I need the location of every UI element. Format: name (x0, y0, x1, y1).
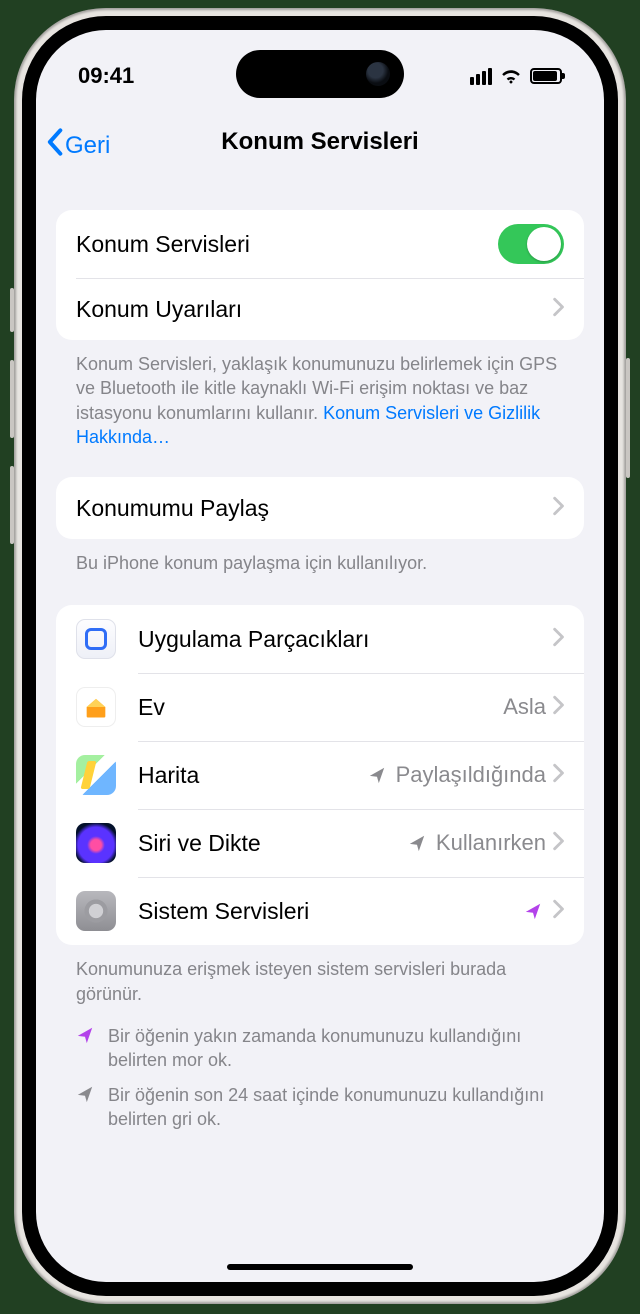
phone-frame: 09:41 Geri Konu (14, 8, 626, 1304)
app-row[interactable]: Harita Paylaşıldığında (56, 741, 584, 809)
location-services-group: Konum Servisleri Konum Uyarıları (56, 210, 584, 340)
chevron-right-icon (552, 694, 564, 721)
dynamic-island (236, 50, 404, 98)
share-location-footer: Bu iPhone konum paylaşma için kullanılıy… (56, 539, 584, 575)
row-label: Konum Uyarıları (76, 296, 552, 323)
maps-icon (76, 755, 116, 795)
chevron-right-icon (552, 762, 564, 789)
legend-text: Bir öğenin yakın zamanda konumunuzu kull… (108, 1024, 564, 1073)
location-services-description: Konum Servisleri, yaklaşık konumunuzu be… (56, 340, 584, 449)
row-detail: Kullanırken (436, 830, 546, 856)
chevron-right-icon (552, 296, 564, 323)
app-name: Ev (138, 694, 503, 721)
location-alerts-row[interactable]: Konum Uyarıları (56, 278, 584, 340)
location-arrow-gray-icon (76, 1085, 94, 1132)
page-title: Konum Servisleri (36, 128, 604, 156)
toggle-switch[interactable] (498, 224, 564, 264)
chevron-right-icon (552, 830, 564, 857)
siri-icon (76, 823, 116, 863)
share-my-location-row[interactable]: Konumumu Paylaş (56, 477, 584, 539)
apps-footer: Konumunuza erişmek isteyen sistem servis… (56, 945, 584, 1006)
home-indicator (227, 1264, 413, 1270)
wifi-icon (500, 68, 522, 84)
home-icon (76, 687, 116, 727)
apps-group: Uygulama Parçacıkları EvAsla Harita Paylaşı… (56, 605, 584, 945)
app-row[interactable]: EvAsla (56, 673, 584, 741)
row-label: Konumumu Paylaş (76, 495, 552, 522)
legend-text: Bir öğenin son 24 saat içinde konumunuzu… (108, 1083, 564, 1132)
row-label: Konum Servisleri (76, 231, 498, 258)
app-row[interactable]: Sistem Servisleri (56, 877, 584, 945)
chevron-right-icon (552, 898, 564, 925)
location-services-toggle-row[interactable]: Konum Servisleri (56, 210, 584, 278)
location-arrow-purple-icon (76, 1026, 94, 1073)
cellular-icon (470, 68, 492, 85)
chevron-right-icon (552, 495, 564, 522)
back-button[interactable]: Geri (46, 128, 110, 163)
app-name: Siri ve Dikte (138, 830, 408, 857)
status-time: 09:41 (78, 63, 134, 89)
legend: Bir öğenin yakın zamanda konumunuzu kull… (56, 1024, 584, 1131)
back-label: Geri (65, 132, 110, 160)
widgets-icon (76, 619, 116, 659)
settings-icon (76, 891, 116, 931)
row-detail: Asla (503, 694, 546, 720)
app-name: Harita (138, 762, 368, 789)
chevron-right-icon (552, 626, 564, 653)
location-arrow-gray-icon (368, 766, 386, 784)
location-arrow-gray-icon (408, 834, 426, 852)
app-row[interactable]: Siri ve Dikte Kullanırken (56, 809, 584, 877)
app-row[interactable]: Uygulama Parçacıkları (56, 605, 584, 673)
location-arrow-purple-icon (524, 902, 542, 920)
app-name: Sistem Servisleri (138, 898, 524, 925)
row-detail: Paylaşıldığında (396, 762, 546, 788)
app-name: Uygulama Parçacıkları (138, 626, 552, 653)
share-location-group: Konumumu Paylaş (56, 477, 584, 539)
chevron-left-icon (46, 128, 63, 163)
battery-icon (530, 68, 562, 84)
